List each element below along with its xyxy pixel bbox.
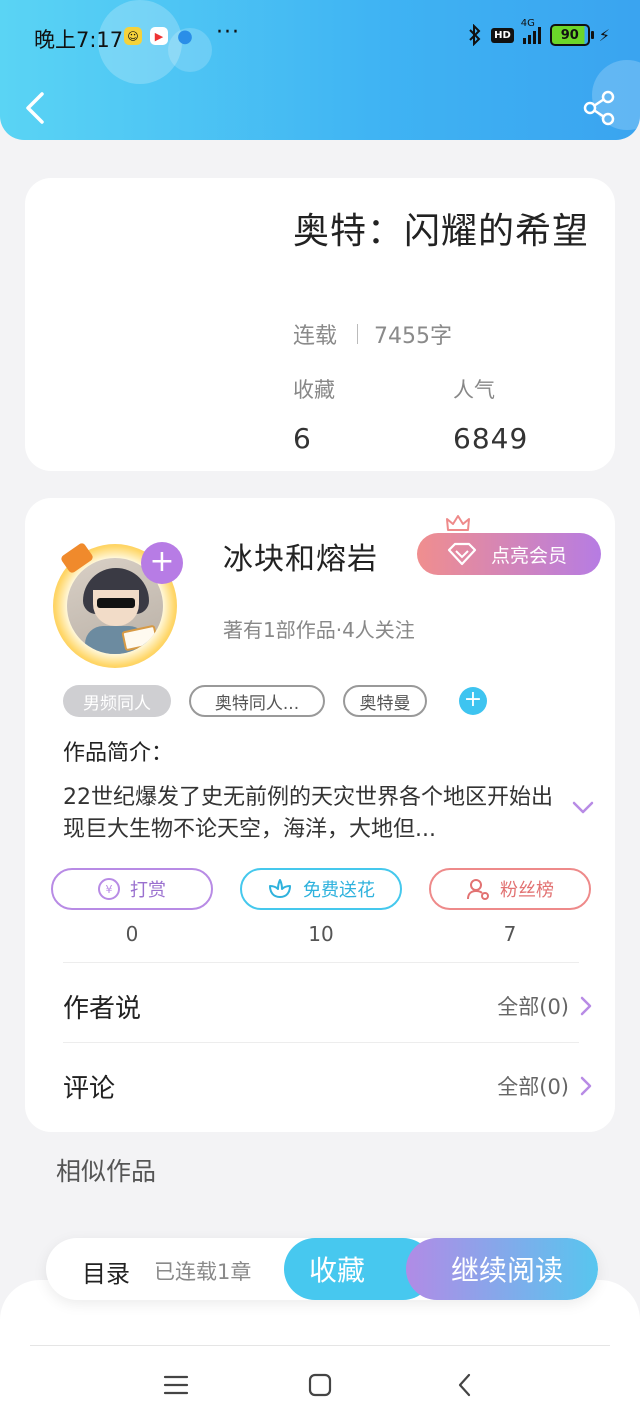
status-bar: 晚上7:17 ☺ ▶ ● ··· HD 4G 90 ⚡	[0, 0, 640, 76]
favorites-stat: 收藏 6	[293, 374, 335, 455]
status-more-icon: ···	[216, 20, 240, 45]
divider	[63, 1042, 579, 1043]
intro-title: 作品简介：	[63, 741, 174, 766]
author-subtitle: 著有1部作品·4人关注	[223, 618, 415, 642]
send-flower-button[interactable]: 免费送花	[240, 868, 402, 910]
send-flower-label: 免费送花	[303, 880, 375, 901]
hd-badge: HD	[491, 27, 514, 43]
flower-action: 免费送花 10	[240, 868, 402, 946]
tag-item[interactable]: 男频同人	[63, 685, 171, 717]
charging-icon: ⚡	[598, 25, 610, 45]
status-time: 晚上7:17	[34, 28, 124, 52]
fan-ranking-button[interactable]: 粉丝榜	[429, 868, 591, 910]
tag-list: 男频同人 奥特同人... 奥特曼 +	[63, 685, 487, 717]
popularity-stat: 人气 6849	[453, 374, 528, 455]
word-count: 7455字	[374, 324, 453, 349]
user-icon	[467, 879, 489, 900]
add-tag-button[interactable]: +	[459, 687, 487, 715]
signal-icon: 4G	[521, 18, 541, 44]
back-arrow-icon[interactable]	[18, 86, 58, 130]
toc-button[interactable]: 目录	[82, 1254, 130, 1289]
comments-count: 全部(0)	[497, 1075, 569, 1099]
follow-author-button[interactable]: +	[141, 542, 183, 584]
flower-count: 10	[308, 922, 334, 946]
vip-label: 点亮会员	[491, 544, 568, 567]
continue-reading-button[interactable]: 继续阅读	[406, 1238, 598, 1300]
comments-title: 评论	[63, 1073, 116, 1104]
network-label: 4G	[520, 18, 535, 29]
fan-ranking-label: 粉丝榜	[500, 880, 554, 901]
yen-icon: ¥	[98, 878, 120, 900]
share-icon[interactable]	[580, 88, 620, 128]
bottom-action-bar: 目录 已连载1章 收藏 继续阅读	[46, 1238, 598, 1300]
book-title: 奥特：闪耀的希望	[293, 211, 590, 252]
vip-button[interactable]: 点亮会员	[417, 533, 601, 575]
bottom-sheet	[0, 1280, 640, 1423]
author-name[interactable]: 冰块和熔岩	[223, 534, 378, 578]
divider	[63, 962, 579, 963]
video-app-icon: ▶	[150, 27, 168, 45]
favorite-label: 收藏	[308, 1254, 365, 1287]
nav-divider	[30, 1345, 610, 1346]
home-icon[interactable]	[306, 1372, 334, 1398]
popularity-value: 6849	[453, 422, 529, 455]
action-row: ¥ 打赏 0 免费送花 10 粉丝榜 7	[51, 868, 591, 946]
comments-row[interactable]: 评论 全部(0)	[63, 1056, 593, 1116]
chevron-right-icon	[580, 996, 592, 1016]
author-says-count: 全部(0)	[497, 995, 569, 1019]
battery-icon: 90	[549, 24, 594, 46]
status-app-icons: ☺ ▶ ●	[124, 25, 194, 47]
chevron-right-icon	[580, 1076, 592, 1096]
book-info-card: 奥特：闪耀的希望 连载 7455字 收藏 6 人气 6849	[25, 178, 615, 471]
fans-count: 7	[503, 922, 517, 946]
chapter-progress: 已连载1章	[154, 1260, 252, 1284]
status-right: HD 4G 90 ⚡	[468, 18, 610, 46]
comments-all[interactable]: 全部(0)	[497, 1071, 593, 1101]
meta-divider	[357, 324, 359, 344]
crown-icon	[446, 515, 470, 531]
author-says-title: 作者说	[63, 993, 142, 1024]
continue-reading-label: 继续阅读	[450, 1254, 563, 1287]
flower-icon	[269, 879, 291, 898]
similar-works-title: 相似作品	[56, 1157, 157, 1186]
intro-text[interactable]: 22世纪爆发了史无前例的天灾世界各个地区开始出现巨大生物不论天空，海洋，大地但.…	[63, 782, 563, 846]
tip-label: 打赏	[130, 880, 166, 901]
popularity-label: 人气	[453, 378, 495, 402]
fans-action: 粉丝榜 7	[429, 868, 591, 946]
favorites-value: 6	[293, 422, 312, 455]
book-meta: 连载 7455字	[293, 318, 452, 350]
bluetooth-icon	[469, 24, 481, 46]
menu-icon[interactable]	[162, 1372, 190, 1398]
drop-icon: ●	[177, 25, 193, 47]
top-header: 晚上7:17 ☺ ▶ ● ··· HD 4G 90 ⚡	[0, 0, 640, 140]
tip-action: ¥ 打赏 0	[51, 868, 213, 946]
tag-item[interactable]: 奥特曼	[343, 685, 427, 717]
tip-count: 0	[125, 922, 139, 946]
chevron-down-icon[interactable]	[571, 800, 595, 816]
author-says-all[interactable]: 全部(0)	[497, 991, 593, 1021]
back-icon[interactable]	[452, 1372, 480, 1398]
tag-item[interactable]: 奥特同人...	[189, 685, 325, 717]
tip-button[interactable]: ¥ 打赏	[51, 868, 213, 910]
book-status: 连载	[293, 324, 338, 349]
author-card: + 冰块和熔岩 点亮会员 著有1部作品·4人关注 男频同人 奥特同人... 奥特…	[25, 498, 615, 1132]
wechat-icon: ☺	[124, 27, 142, 45]
favorites-label: 收藏	[293, 378, 335, 402]
diamond-icon	[447, 542, 477, 566]
author-says-row[interactable]: 作者说 全部(0)	[63, 976, 593, 1036]
